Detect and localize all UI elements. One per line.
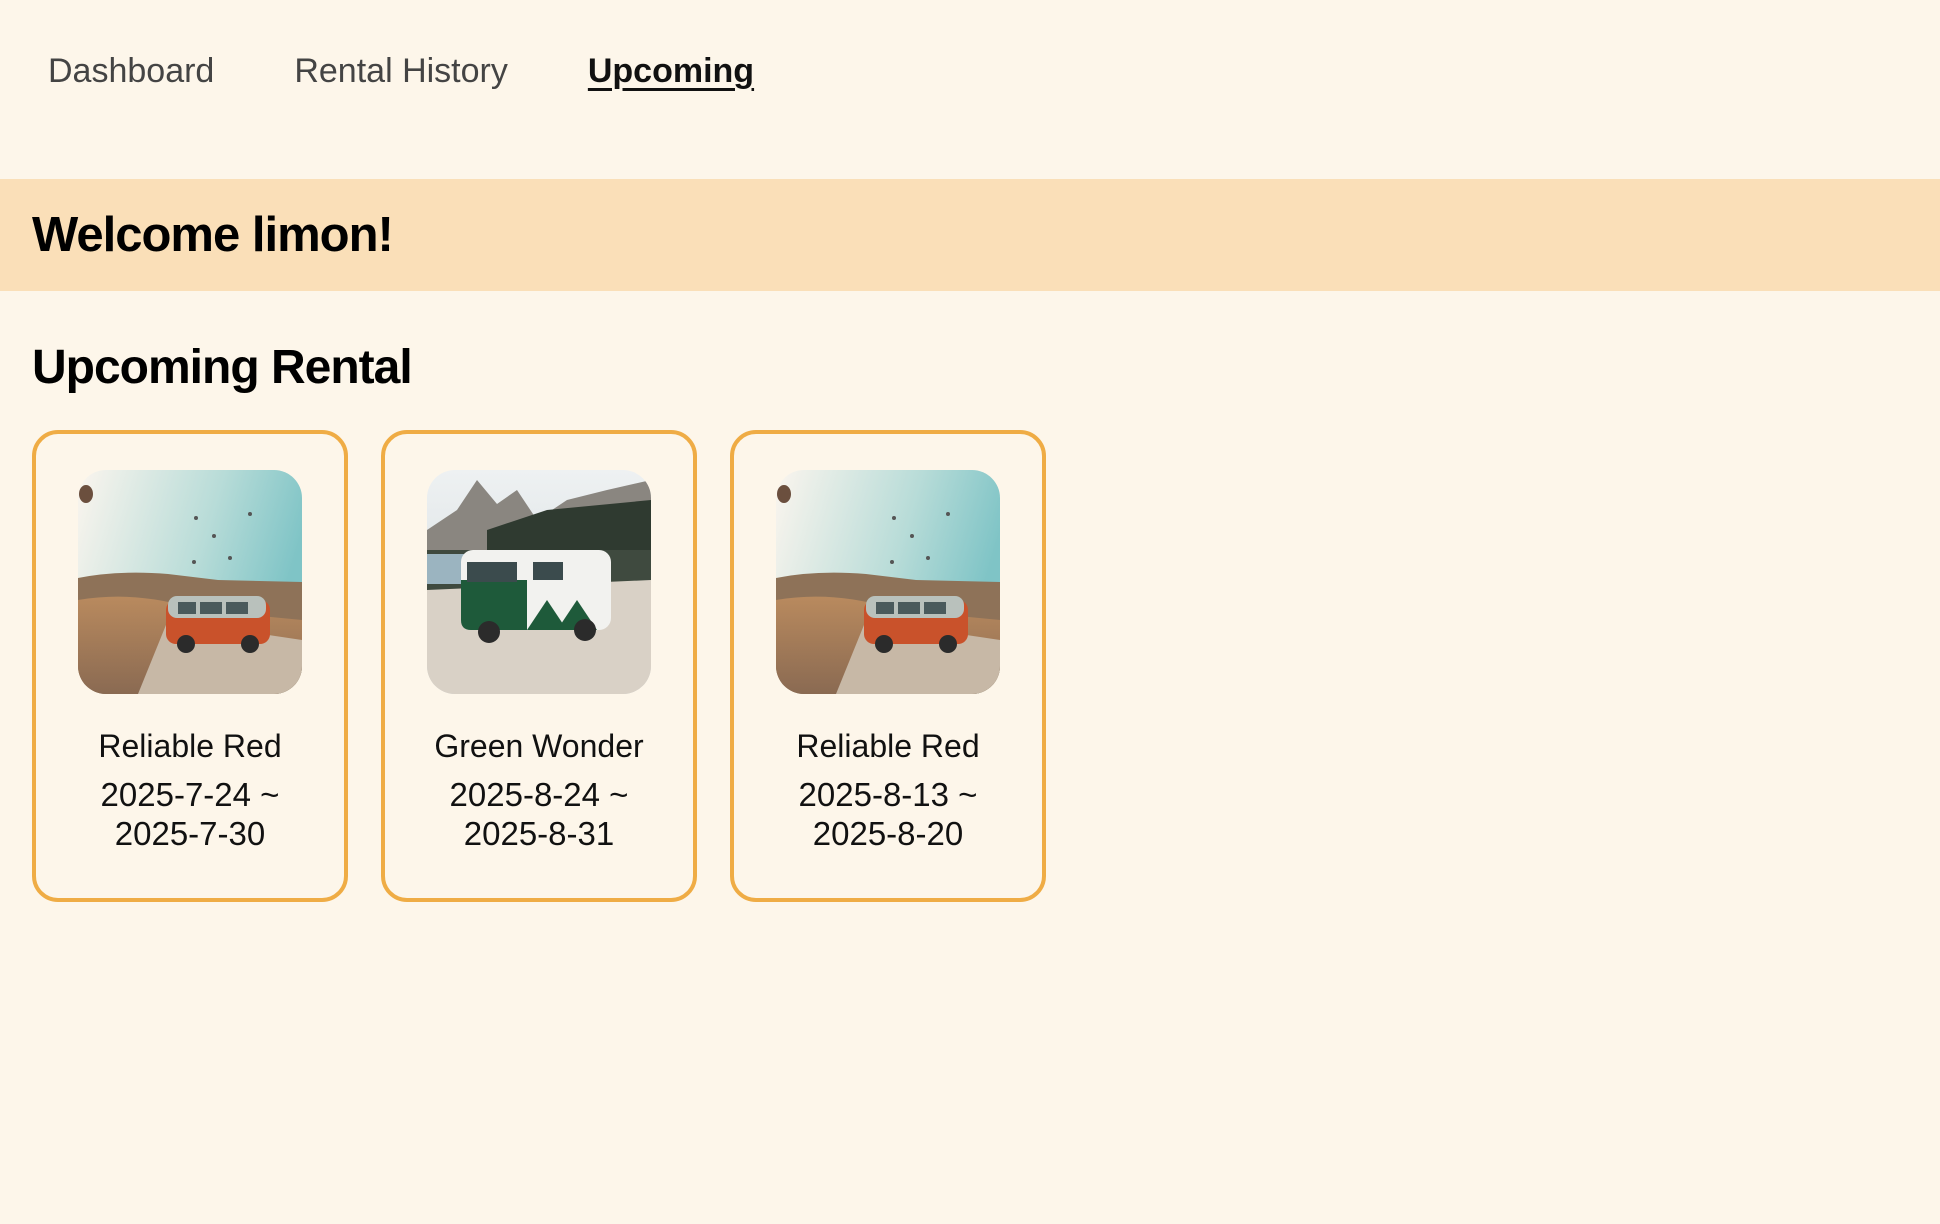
rental-van-name: Reliable Red [98, 728, 282, 764]
nav-dashboard-link[interactable]: Dashboard [48, 52, 214, 91]
rental-end-date: 2025-8-20 [812, 815, 964, 852]
nav-upcoming-link[interactable]: Upcoming [588, 52, 754, 91]
rental-dates: 2025-8-13 ~ 2025-8-20 [799, 775, 978, 853]
upcoming-rental-heading: Upcoming Rental [32, 341, 413, 394]
rental-card-list: Reliable Red 2025-7-24 ~ 2025-7-30 Green… [32, 430, 1046, 902]
van-photo [427, 470, 651, 694]
van-photo [78, 470, 302, 694]
rental-card[interactable]: Green Wonder 2025-8-24 ~ 2025-8-31 [381, 430, 697, 902]
van-photo [776, 470, 1000, 694]
rental-van-name: Reliable Red [796, 728, 980, 764]
rental-start-date: 2025-8-24 ~ [449, 776, 629, 813]
rental-end-date: 2025-7-30 [114, 815, 266, 852]
rental-card[interactable]: Reliable Red 2025-7-24 ~ 2025-7-30 [32, 430, 348, 902]
nav-rental-history-link[interactable]: Rental History [294, 52, 508, 91]
rental-dates: 2025-7-24 ~ 2025-7-30 [101, 775, 280, 853]
rental-van-name: Green Wonder [434, 728, 644, 764]
welcome-heading: Welcome limon! [32, 208, 394, 262]
rental-start-date: 2025-7-24 ~ [100, 776, 280, 813]
welcome-banner: Welcome limon! [0, 179, 1940, 291]
rental-card[interactable]: Reliable Red 2025-8-13 ~ 2025-8-20 [730, 430, 1046, 902]
top-nav: Dashboard Rental History Upcoming [48, 50, 754, 92]
rental-start-date: 2025-8-13 ~ [798, 776, 978, 813]
rental-end-date: 2025-8-31 [463, 815, 615, 852]
rental-dates: 2025-8-24 ~ 2025-8-31 [450, 775, 629, 853]
